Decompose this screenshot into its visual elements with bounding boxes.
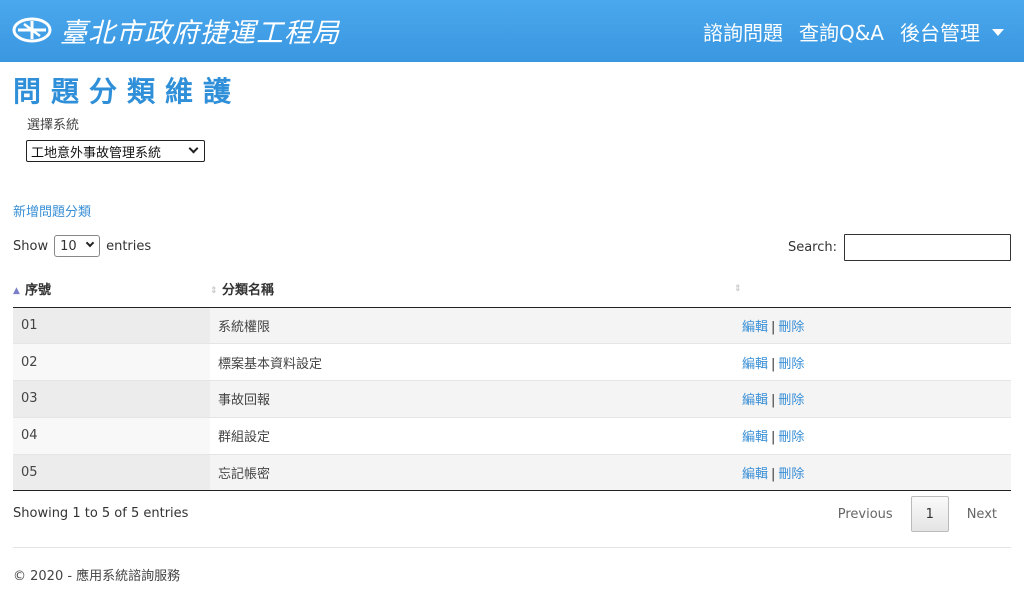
nav-qa[interactable]: 查詢Q&A (799, 17, 884, 46)
category-table: ▲ 序號 ⇕ 分類名稱 ⇕ 01 系統權限 編輯 | 刪除 02 標案基本資料設定 編輯… (13, 271, 1011, 492)
header-name[interactable]: ⇕ 分類名稱 (210, 271, 734, 308)
cell-no: 02 (13, 343, 210, 382)
nav-admin-label: 後台管理 (900, 20, 980, 45)
dorts-logo-icon (12, 17, 52, 43)
caret-down-icon (992, 28, 1004, 36)
sort-asc-icon: ▲ (13, 286, 20, 297)
entries-length-select[interactable]: 10 (54, 235, 101, 257)
system-select-value: 工地意外事故管理系統 (31, 145, 162, 161)
system-select-label: 選擇系統 (27, 118, 80, 133)
table-row: 01 系統權限 編輯 | 刪除 (13, 307, 1011, 345)
cell-name: 群組設定 (210, 417, 734, 455)
action-separator: | (771, 356, 776, 372)
cell-no: 01 (13, 307, 210, 345)
page-title: 問題分類維護 (13, 75, 242, 108)
length-value: 10 (60, 238, 77, 254)
action-separator: | (771, 467, 776, 483)
header-no[interactable]: ▲ 序號 (13, 271, 210, 308)
cell-actions: 編輯 | 刪除 (734, 307, 1011, 345)
table-row: 04 群組設定 編輯 | 刪除 (13, 417, 1011, 455)
footer-text: © 2020 - 應用系統諮詢服務 (13, 569, 181, 584)
table-header-row: ▲ 序號 ⇕ 分類名稱 ⇕ (13, 271, 1011, 308)
action-separator: | (771, 430, 776, 446)
entries-label: entries (106, 238, 152, 254)
next-button[interactable]: Next (953, 496, 1011, 532)
sort-both-icon: ⇕ (734, 284, 742, 295)
cell-name: 事故回報 (210, 380, 734, 418)
chevron-down-icon (188, 143, 199, 153)
cell-actions: 編輯 | 刪除 (734, 380, 1011, 418)
table-row: 05 忘記帳密 編輯 | 刪除 (13, 454, 1011, 492)
cell-actions: 編輯 | 刪除 (734, 454, 1011, 492)
delete-link[interactable]: 刪除 (778, 467, 804, 482)
cell-no: 05 (13, 454, 210, 492)
length-control: Show 10 entries (13, 235, 151, 257)
search-label: Search: (787, 240, 837, 255)
search-input[interactable] (844, 234, 1011, 261)
edit-link[interactable]: 編輯 (742, 393, 768, 408)
nav-consult[interactable]: 諮詢問題 (703, 17, 783, 46)
show-label: Show (13, 238, 49, 254)
header-name-label: 分類名稱 (222, 283, 275, 299)
cell-name: 忘記帳密 (210, 454, 734, 492)
cell-no: 03 (13, 380, 210, 418)
search-control: Search: (788, 234, 1011, 261)
add-category-link[interactable]: 新增問題分類 (13, 201, 91, 220)
sort-both-icon: ⇕ (210, 286, 218, 297)
page-1-button[interactable]: 1 (910, 496, 949, 532)
brand[interactable]: 臺北市政府捷運工程局 (12, 10, 340, 50)
header-actions[interactable]: ⇕ (734, 271, 1011, 308)
cell-actions: 編輯 | 刪除 (734, 417, 1011, 455)
table-row: 03 事故回報 編輯 | 刪除 (13, 380, 1011, 418)
brand-title: 臺北市政府捷運工程局 (60, 17, 340, 49)
cell-actions: 編輯 | 刪除 (734, 343, 1011, 382)
pagination: Previous 1 Next (824, 496, 1011, 532)
delete-link[interactable]: 刪除 (778, 430, 804, 445)
system-select[interactable]: 工地意外事故管理系統 (26, 140, 205, 162)
header-no-label: 序號 (25, 283, 52, 299)
action-separator: | (771, 319, 776, 335)
action-separator: | (771, 393, 776, 409)
previous-button[interactable]: Previous (824, 496, 907, 532)
nav-admin-dropdown[interactable]: 後台管理 (900, 17, 1004, 46)
top-navbar: 臺北市政府捷運工程局 諮詢問題 查詢Q&A 後台管理 (0, 0, 1024, 62)
footer-divider (13, 547, 1011, 548)
edit-link[interactable]: 編輯 (742, 357, 768, 372)
cell-name: 標案基本資料設定 (210, 343, 734, 382)
delete-link[interactable]: 刪除 (778, 357, 804, 372)
cell-no: 04 (13, 417, 210, 455)
edit-link[interactable]: 編輯 (742, 467, 768, 482)
delete-link[interactable]: 刪除 (778, 393, 804, 408)
chevron-down-icon (85, 238, 95, 248)
edit-link[interactable]: 編輯 (742, 320, 768, 335)
table-info: Showing 1 to 5 of 5 entries (13, 506, 189, 521)
nav-menu: 諮詢問題 查詢Q&A 後台管理 (703, 0, 1004, 62)
table-row: 02 標案基本資料設定 編輯 | 刪除 (13, 343, 1011, 382)
cell-name: 系統權限 (210, 307, 734, 345)
delete-link[interactable]: 刪除 (778, 320, 804, 335)
edit-link[interactable]: 編輯 (742, 430, 768, 445)
